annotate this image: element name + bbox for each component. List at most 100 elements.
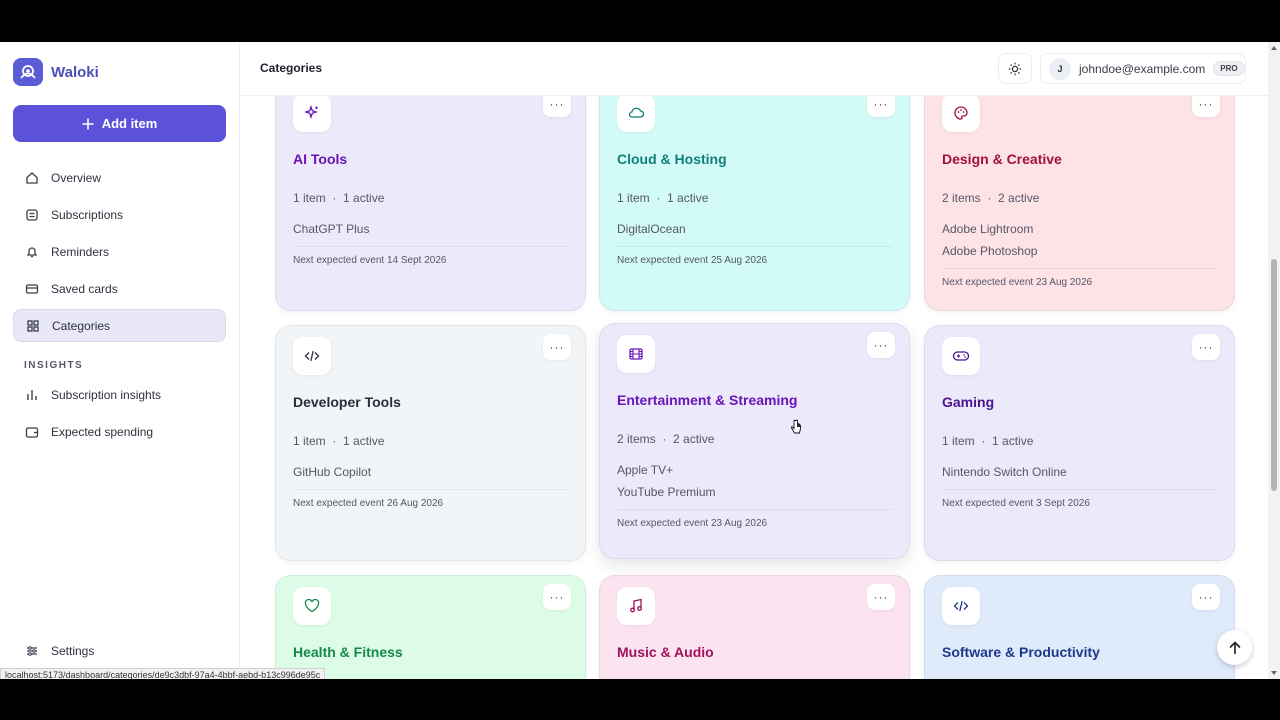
sidebar-item-expected-spending[interactable]: Expected spending <box>13 415 226 448</box>
card-items: Nintendo Switch Online <box>942 461 1067 483</box>
card-footer: Next expected event 3 Sept 2026 <box>942 489 1217 509</box>
back-to-top-button[interactable] <box>1217 630 1252 665</box>
card-menu-button[interactable]: ··· <box>867 332 895 358</box>
card-meta: 2 items · 2 active <box>942 191 1040 205</box>
arrow-up-icon <box>1229 641 1240 654</box>
plus-icon <box>81 117 94 130</box>
insights-section-label: INSIGHTS <box>24 360 84 371</box>
card-menu-button[interactable]: ··· <box>543 584 571 610</box>
list-item: Nintendo Switch Online <box>942 465 1067 479</box>
card-footer: Next expected event 23 Aug 2026 <box>942 268 1217 288</box>
sidebar-nav: Overview Subscriptions Reminders Saved c… <box>13 161 226 346</box>
sidebar-item-label: Saved cards <box>51 281 118 296</box>
sun-icon <box>1008 62 1022 75</box>
card-items: Adobe Lightroom Adobe Photoshop <box>942 218 1037 262</box>
page-title: Categories <box>260 61 323 75</box>
grid-icon <box>26 319 40 333</box>
wallet-icon <box>25 425 39 439</box>
scroll-up-icon[interactable] <box>1271 46 1277 50</box>
list-icon <box>25 208 39 222</box>
card-title: Entertainment & Streaming <box>617 392 798 408</box>
card-items: DigitalOcean <box>617 218 686 240</box>
card-items: GitHub Copilot <box>293 461 371 483</box>
card-meta: 1 item · 1 active <box>617 191 709 205</box>
scrollbar-thumb[interactable] <box>1271 259 1277 491</box>
sidebar-item-subscription-insights[interactable]: Subscription insights <box>13 378 226 411</box>
card-meta: 1 item · 1 active <box>293 434 385 448</box>
user-email: johndoe@example.com <box>1079 61 1206 76</box>
card-menu-button[interactable]: ··· <box>543 334 571 360</box>
card-menu-button[interactable]: ··· <box>1192 584 1220 610</box>
cloud-icon <box>617 94 655 132</box>
card-title: Cloud & Hosting <box>617 151 727 167</box>
sidebar-item-label: Reminders <box>51 244 110 259</box>
insights-nav: Subscription insights Expected spending <box>13 378 226 452</box>
sliders-icon <box>25 644 39 658</box>
category-card-health-fitness[interactable]: ··· Health & Fitness <box>275 575 586 679</box>
category-card-cloud-hosting[interactable]: ··· Cloud & Hosting 1 item · 1 active Di… <box>599 82 910 311</box>
screen-bottom-bar <box>0 679 1280 720</box>
sidebar-item-subscriptions[interactable]: Subscriptions <box>13 198 226 231</box>
card-title: Music & Audio <box>617 644 714 660</box>
brand[interactable]: Waloki <box>13 58 99 86</box>
music-icon <box>617 587 655 625</box>
user-menu[interactable]: J johndoe@example.com PRO <box>1040 53 1246 84</box>
category-card-music-audio[interactable]: ··· Music & Audio <box>599 575 910 679</box>
list-item: YouTube Premium <box>617 485 716 499</box>
bell-icon <box>25 245 39 259</box>
sidebar-item-label: Subscriptions <box>51 207 124 222</box>
card-footer: Next expected event 14 Sept 2026 <box>293 246 568 266</box>
scroll-down-icon[interactable] <box>1271 671 1277 675</box>
bar-chart-icon <box>25 388 39 402</box>
card-title: Developer Tools <box>293 394 401 410</box>
list-item: Adobe Lightroom <box>942 222 1034 236</box>
sparkles-icon <box>293 94 331 132</box>
category-card-gaming[interactable]: ··· Gaming 1 item · 1 active Nintendo Sw… <box>924 325 1235 561</box>
card-items: Apple TV+ YouTube Premium <box>617 459 716 503</box>
list-item: DigitalOcean <box>617 222 686 236</box>
category-card-developer-tools[interactable]: ··· Developer Tools 1 item · 1 active Gi… <box>275 325 586 561</box>
card-title: AI Tools <box>293 151 348 167</box>
add-item-button[interactable]: Add item <box>13 105 226 142</box>
list-item: ChatGPT Plus <box>293 222 370 236</box>
credit-card-icon <box>25 282 39 296</box>
card-footer: Next expected event 26 Aug 2026 <box>293 489 568 509</box>
card-meta: 1 item · 1 active <box>942 434 1034 448</box>
category-card-ai-tools[interactable]: ··· AI Tools 1 item · 1 active ChatGPT P… <box>275 82 586 311</box>
palette-icon <box>942 94 980 132</box>
card-items: ChatGPT Plus <box>293 218 369 240</box>
top-header: Categories J johndoe@example.com PRO <box>240 42 1268 96</box>
card-meta: 1 item · 1 active <box>293 191 385 205</box>
sidebar-item-saved-cards[interactable]: Saved cards <box>13 272 226 305</box>
status-bar-url: localhost:5173/dashboard/categories/de9c… <box>0 668 326 679</box>
card-menu-button[interactable]: ··· <box>867 584 895 610</box>
sidebar-item-reminders[interactable]: Reminders <box>13 235 226 268</box>
plan-badge: PRO <box>1213 61 1245 76</box>
home-icon <box>25 171 39 185</box>
scrollbar[interactable] <box>1268 42 1280 679</box>
sidebar-item-settings[interactable]: Settings <box>13 635 226 667</box>
avatar: J <box>1049 57 1071 80</box>
app-window: Waloki Add item Overview Subscriptions R… <box>0 42 1280 679</box>
list-item: Apple TV+ <box>617 463 674 477</box>
theme-toggle-button[interactable] <box>998 53 1032 84</box>
settings-label: Settings <box>51 644 95 658</box>
category-card-design-creative[interactable]: ··· Design & Creative 2 items · 2 active… <box>924 82 1235 311</box>
card-title: Gaming <box>942 394 995 410</box>
brand-name: Waloki <box>51 63 99 81</box>
list-item: GitHub Copilot <box>293 465 372 479</box>
card-footer: Next expected event 25 Aug 2026 <box>617 246 892 266</box>
sidebar-item-overview[interactable]: Overview <box>13 161 226 194</box>
card-meta: 2 items · 2 active <box>617 432 715 446</box>
brand-logo-icon <box>13 58 43 86</box>
sidebar-item-label: Expected spending <box>51 424 154 439</box>
category-card-entertainment-streaming[interactable]: ··· Entertainment & Streaming 2 items · … <box>599 323 910 559</box>
list-item: Adobe Photoshop <box>942 244 1038 258</box>
card-menu-button[interactable]: ··· <box>1192 334 1220 360</box>
gamepad-icon <box>942 337 980 375</box>
category-card-software-productivity[interactable]: ··· Software & Productivity <box>924 575 1235 679</box>
sidebar-item-categories[interactable]: Categories <box>13 309 226 342</box>
card-title: Software & Productivity <box>942 644 1100 660</box>
card-title: Design & Creative <box>942 151 1062 167</box>
card-footer: Next expected event 23 Aug 2026 <box>617 509 892 529</box>
